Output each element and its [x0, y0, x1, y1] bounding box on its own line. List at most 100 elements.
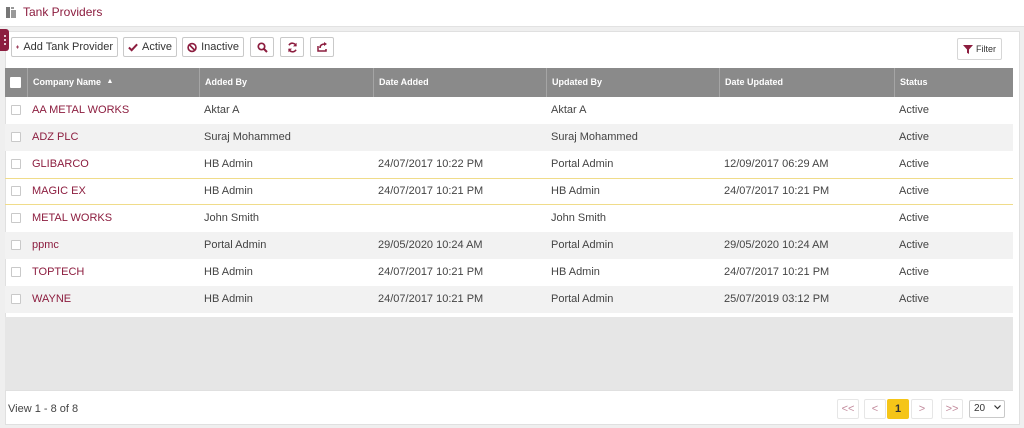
ban-icon — [187, 42, 197, 52]
date-added: 24/07/2017 10:21 PM — [378, 266, 484, 278]
date-updated — [719, 97, 724, 124]
date-added: 24/07/2017 10:21 PM — [378, 293, 484, 305]
company-name[interactable]: TOPTECH — [27, 259, 84, 286]
updated-by: Portal Admin — [551, 239, 614, 251]
table-row[interactable]: TOPTECH HB Admin 24/07/2017 10:21 PM HB … — [5, 259, 1013, 286]
inactive-button[interactable]: Inactive — [182, 37, 244, 57]
row-checkbox[interactable] — [11, 132, 21, 142]
table-row[interactable]: METAL WORKS John Smith John Smith Active — [5, 205, 1013, 232]
current-page[interactable]: 1 — [887, 399, 909, 419]
select-all-cell — [5, 68, 27, 97]
export-icon — [316, 42, 327, 52]
search-button[interactable] — [250, 37, 274, 57]
filter-button[interactable]: Filter — [957, 38, 1002, 60]
updated-by: Portal Admin — [551, 158, 614, 170]
tank-icon — [6, 7, 16, 18]
table-row[interactable]: AA METAL WORKS Aktar A Aktar A Active — [5, 97, 1013, 124]
status: Active — [899, 131, 929, 143]
added-by: HB Admin — [204, 293, 253, 305]
company-name[interactable]: AA METAL WORKS — [27, 97, 129, 124]
date-updated — [719, 205, 724, 232]
export-button[interactable] — [310, 37, 334, 57]
company-name[interactable]: ADZ PLC — [27, 124, 78, 151]
column-header-added-by[interactable]: Added By — [199, 68, 373, 97]
date-added: 24/07/2017 10:22 PM — [378, 158, 484, 170]
add-tank-provider-label: Add Tank Provider — [23, 41, 113, 53]
search-icon — [256, 41, 268, 53]
date-updated — [719, 124, 724, 151]
row-checkbox[interactable] — [11, 267, 21, 277]
sort-asc-icon: ▲ — [106, 78, 114, 85]
row-checkbox[interactable] — [11, 240, 21, 250]
added-by: Suraj Mohammed — [204, 131, 291, 143]
status: Active — [899, 293, 929, 305]
date-added — [373, 124, 378, 151]
added-by: Aktar A — [204, 104, 240, 116]
first-page-button[interactable]: << — [837, 399, 859, 419]
select-all-checkbox[interactable] — [10, 77, 21, 88]
kebab-icon[interactable] — [0, 29, 9, 51]
row-checkbox[interactable] — [11, 213, 21, 223]
column-header-company-label: Company Name — [33, 77, 102, 87]
added-by: HB Admin — [204, 266, 253, 278]
date-updated: 29/05/2020 10:24 AM — [724, 239, 829, 251]
column-header-date-added[interactable]: Date Added — [373, 68, 546, 97]
table-header: Company Name ▲ Added By Date Added Updat… — [5, 68, 1013, 97]
add-tank-provider-button[interactable]: Add Tank Provider — [11, 37, 118, 57]
table-row[interactable]: GLIBARCO HB Admin 24/07/2017 10:22 PM Po… — [5, 151, 1013, 178]
active-label: Active — [142, 41, 172, 53]
column-header-status[interactable]: Status — [894, 68, 1013, 97]
updated-by: Portal Admin — [551, 293, 614, 305]
status: Active — [899, 239, 929, 251]
updated-by: Aktar A — [551, 104, 587, 116]
date-updated: 25/07/2019 03:12 PM — [724, 293, 830, 305]
check-icon — [128, 43, 138, 52]
record-count: View 1 - 8 of 8 — [8, 403, 79, 415]
date-updated: 24/07/2017 10:21 PM — [724, 185, 830, 197]
title-bar: Tank Providers — [0, 0, 1024, 27]
row-checkbox[interactable] — [11, 159, 21, 169]
grid-empty-area — [5, 317, 1013, 390]
refresh-button[interactable] — [280, 37, 304, 57]
last-page-button[interactable]: >> — [941, 399, 963, 419]
date-added — [373, 205, 378, 232]
column-header-updated-by[interactable]: Updated By — [546, 68, 719, 97]
date-added — [373, 97, 378, 124]
added-by: Portal Admin — [204, 239, 267, 251]
row-checkbox[interactable] — [11, 186, 21, 196]
active-button[interactable]: Active — [123, 37, 177, 57]
filter-icon — [963, 44, 973, 54]
table-row-hover[interactable]: MAGIC EX HB Admin 24/07/2017 10:21 PM HB… — [5, 178, 1013, 205]
inactive-label: Inactive — [201, 41, 239, 53]
page-size-select[interactable]: 20 — [969, 400, 1005, 418]
added-by: John Smith — [204, 212, 260, 224]
refresh-icon — [287, 41, 297, 53]
status: Active — [899, 266, 929, 278]
updated-by: John Smith — [551, 212, 607, 224]
prev-page-button[interactable]: < — [864, 399, 886, 419]
status: Active — [899, 212, 929, 224]
company-name[interactable]: WAYNE — [27, 286, 71, 313]
row-checkbox[interactable] — [11, 294, 21, 304]
column-header-date-updated[interactable]: Date Updated — [719, 68, 894, 97]
divider — [5, 390, 1013, 391]
company-name[interactable]: MAGIC EX — [27, 179, 86, 204]
table-row[interactable]: WAYNE HB Admin 24/07/2017 10:21 PM Porta… — [5, 286, 1013, 313]
status: Active — [899, 185, 929, 197]
plus-icon — [16, 45, 20, 49]
table-row[interactable]: ADZ PLC Suraj Mohammed Suraj Mohammed Ac… — [5, 124, 1013, 151]
row-checkbox[interactable] — [11, 105, 21, 115]
date-updated: 24/07/2017 10:21 PM — [724, 266, 830, 278]
column-header-company[interactable]: Company Name ▲ — [27, 68, 199, 97]
company-name[interactable]: ppmc — [27, 232, 59, 259]
status: Active — [899, 158, 929, 170]
company-name[interactable]: GLIBARCO — [27, 151, 89, 178]
updated-by: HB Admin — [551, 185, 600, 197]
page-size-value: 20 — [974, 403, 986, 414]
company-name[interactable]: METAL WORKS — [27, 205, 112, 232]
added-by: HB Admin — [204, 185, 253, 197]
filter-label: Filter — [976, 44, 996, 54]
table-row[interactable]: ppmc Portal Admin 29/05/2020 10:24 AM Po… — [5, 232, 1013, 259]
next-page-button[interactable]: > — [911, 399, 933, 419]
chevron-down-icon — [994, 405, 1001, 410]
